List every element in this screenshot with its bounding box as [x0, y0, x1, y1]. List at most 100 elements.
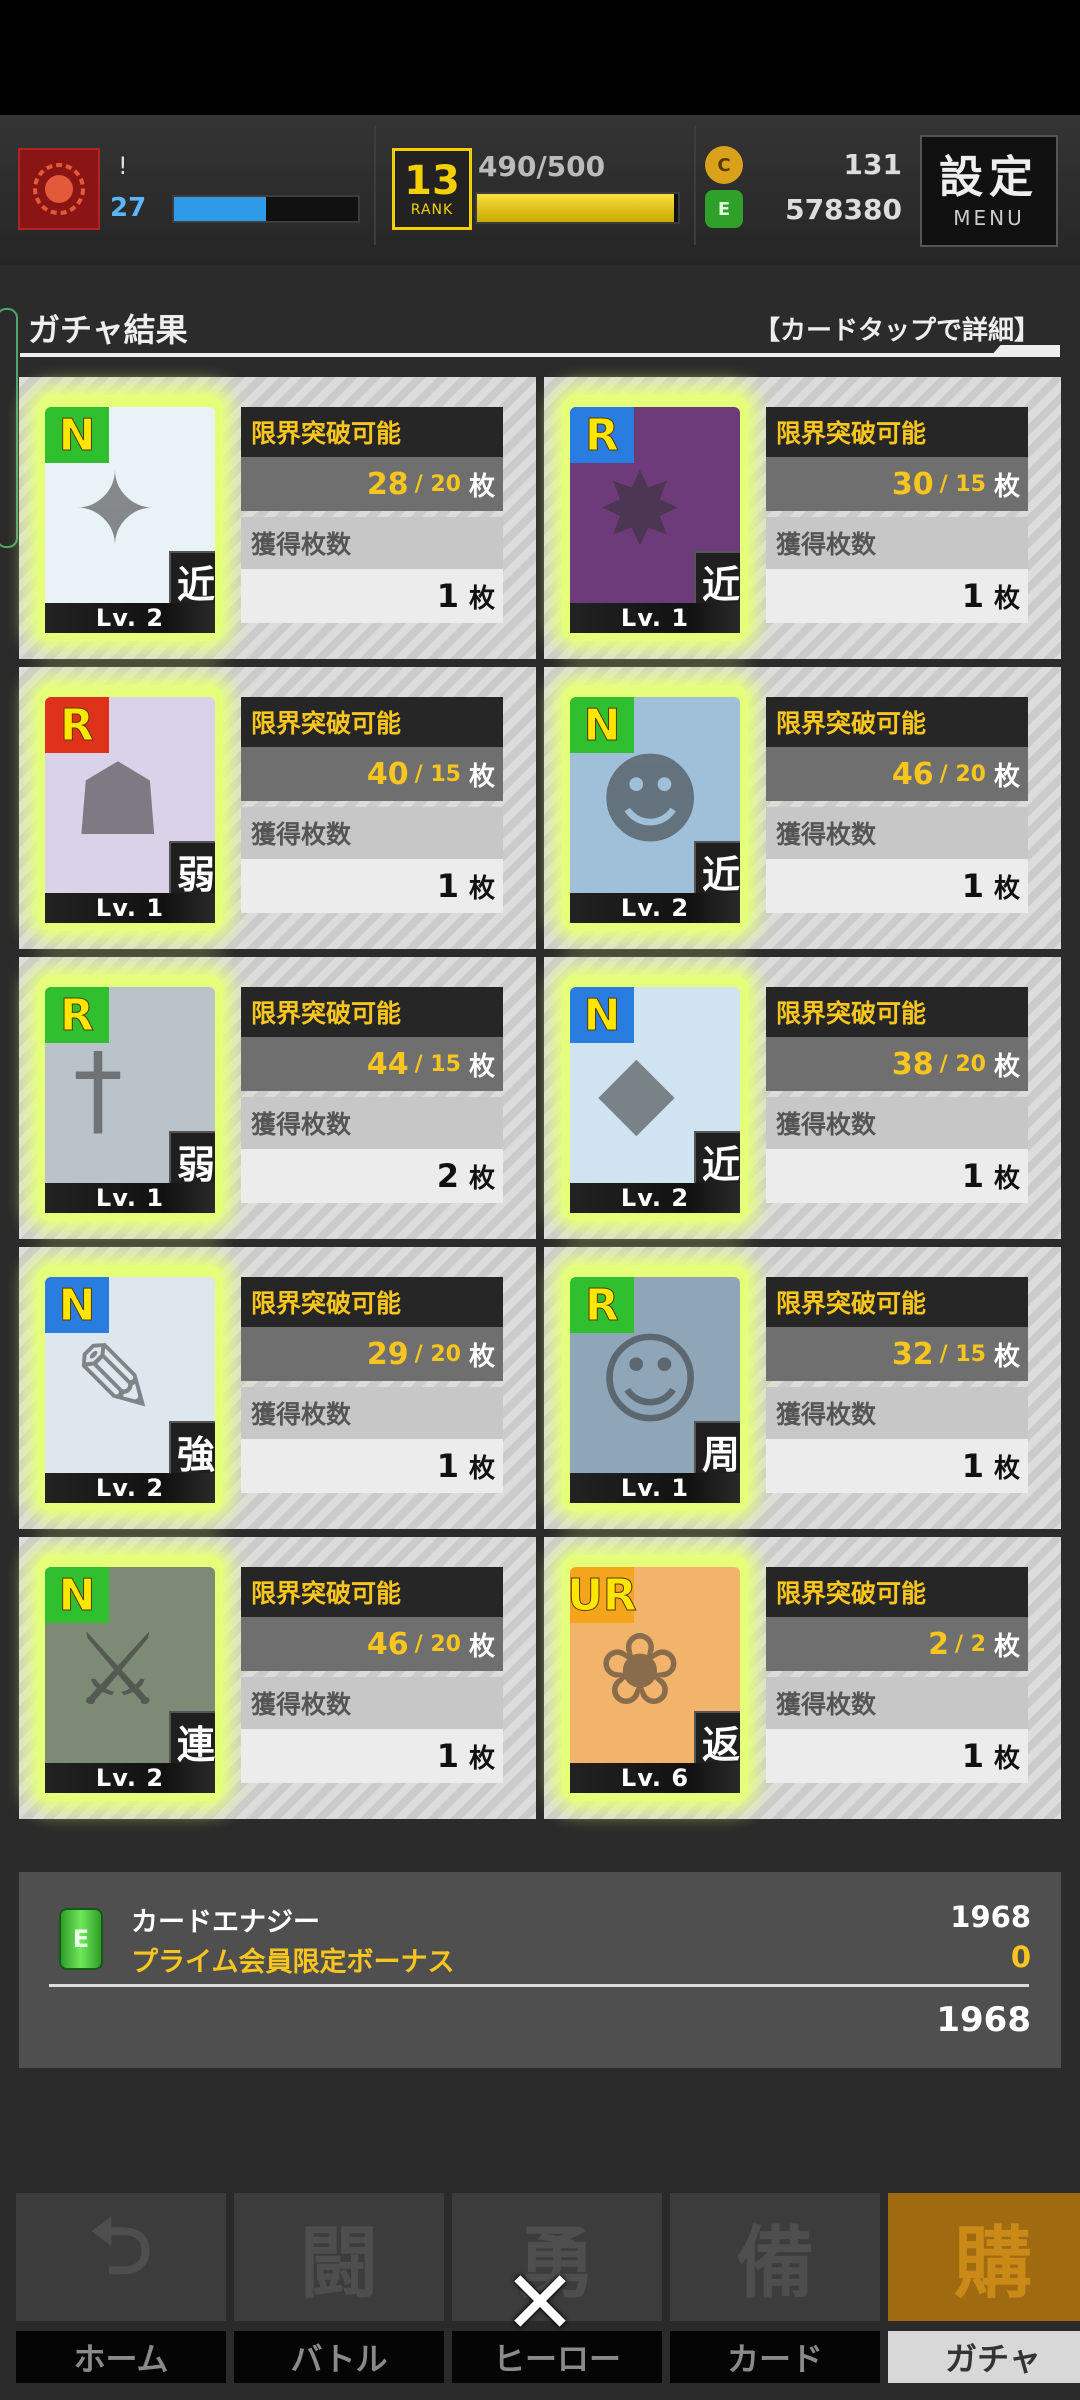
owned-count-max: / 15 [939, 471, 986, 497]
limit-break-label: 限界突破可能 [241, 1567, 503, 1617]
card-thumbnail[interactable]: ✸ R 近 Lv. 1 [562, 395, 748, 641]
card-result-item[interactable]: ⚔ N 連 Lv. 2 限界突破可能 46 / 20 枚 獲得枚数 1 枚 [19, 1537, 536, 1819]
owned-count: 29 / 20 枚 [241, 1327, 503, 1381]
obtained-count-value: 1 [436, 1447, 459, 1485]
owned-count-value: 40 [366, 756, 409, 792]
card-thumbnail[interactable]: ✎ N 強 Lv. 2 [37, 1265, 223, 1511]
obtained-label: 獲得枚数 [766, 1387, 1028, 1439]
owned-count-max: / 20 [414, 1341, 461, 1367]
card-level: Lv. 2 [45, 1763, 215, 1793]
creature-icon: ✸ [598, 451, 682, 568]
coin-value: 131 [843, 148, 902, 181]
obtained-count-value: 1 [961, 1447, 984, 1485]
obtained-count: 1 枚 [766, 1439, 1028, 1493]
card-thumbnail[interactable]: ☺ R 周 Lv. 1 [562, 1265, 748, 1511]
card-result-item[interactable]: ❀ UR 返 Lv. 6 限界突破可能 2 / 2 枚 獲得枚数 1 枚 [544, 1537, 1061, 1819]
card-thumbnail[interactable]: ⚔ N 連 Lv. 2 [37, 1555, 223, 1801]
card-result-item[interactable]: ☺ R 周 Lv. 1 限界突破可能 32 / 15 枚 獲得枚数 1 枚 [544, 1247, 1061, 1529]
obtained-label: 獲得枚数 [241, 517, 503, 569]
card-result-item[interactable]: ✎ N 強 Lv. 2 限界突破可能 29 / 20 枚 獲得枚数 1 枚 [19, 1247, 536, 1529]
player-avatar[interactable] [18, 148, 100, 230]
rarity-badge: R [570, 407, 634, 463]
nav-label: ホーム [16, 2331, 226, 2383]
close-icon[interactable]: ✕ [498, 2251, 582, 2354]
limit-value: 20 [955, 1051, 986, 1077]
card-type-badge: 近 [169, 551, 215, 611]
nav-gacha[interactable]: 購 ガチャ [888, 2193, 1080, 2383]
obtained-label: 獲得枚数 [241, 1677, 503, 1729]
card-type-badge: 近 [694, 1131, 740, 1191]
coin-icon: C [705, 146, 743, 184]
obtained-count: 1 枚 [241, 859, 503, 913]
nav-gamepad[interactable]: 闘 バトル [234, 2193, 444, 2383]
limit-break-label: 限界突破可能 [766, 1277, 1028, 1327]
obtained-label: 獲得枚数 [766, 807, 1028, 859]
card-thumbnail[interactable]: ☻ N 近 Lv. 2 [562, 685, 748, 931]
card-thumbnail[interactable]: ◆ N 近 Lv. 2 [562, 975, 748, 1221]
obtained-label: 獲得枚数 [241, 1097, 503, 1149]
card-level: Lv. 2 [570, 893, 740, 923]
card-result-item[interactable]: ☻ N 近 Lv. 2 限界突破可能 46 / 20 枚 獲得枚数 1 枚 [544, 667, 1061, 949]
card-type-badge: 近 [694, 841, 740, 901]
count-unit: 枚 [468, 1453, 495, 1484]
count-unit: 枚 [993, 1341, 1020, 1372]
owned-count-max: / 15 [939, 1341, 986, 1367]
card-type-badge: 弱 [169, 1131, 215, 1191]
limit-value: 20 [430, 1341, 461, 1367]
settings-menu-button[interactable]: 設定 MENU [920, 135, 1058, 247]
owned-count: 32 / 15 枚 [766, 1327, 1028, 1381]
card-art: ❀ UR 返 [570, 1567, 740, 1775]
owned-count: 46 / 20 枚 [766, 747, 1028, 801]
nav-home[interactable]: ⮌ ホーム [16, 2193, 226, 2383]
obtained-count-value: 1 [961, 577, 984, 615]
card-result-item[interactable]: † R 弱 Lv. 1 限界突破可能 44 / 15 枚 獲得枚数 2 枚 [19, 957, 536, 1239]
card-thumbnail[interactable]: ✦ N 近 Lv. 2 [37, 395, 223, 641]
side-tab[interactable] [0, 308, 18, 548]
rarity-badge: N [45, 1277, 109, 1333]
card-result-item[interactable]: ☗ R 弱 Lv. 1 限界突破可能 40 / 15 枚 獲得枚数 1 枚 [19, 667, 536, 949]
energy-value: 578380 [785, 193, 902, 226]
obtained-count-value: 1 [436, 867, 459, 905]
card-thumbnail[interactable]: ☗ R 弱 Lv. 1 [37, 685, 223, 931]
card-art: ✸ R 近 [570, 407, 740, 615]
card-thumbnail[interactable]: † R 弱 Lv. 1 [37, 975, 223, 1221]
owned-count: 46 / 20 枚 [241, 1617, 503, 1671]
limit-break-label: 限界突破可能 [766, 407, 1028, 457]
obtained-count: 1 枚 [241, 569, 503, 623]
nav-cards[interactable]: 備 カード [670, 2193, 880, 2383]
card-result-item[interactable]: ✸ R 近 Lv. 1 限界突破可能 30 / 15 枚 獲得枚数 1 枚 [544, 377, 1061, 659]
obtained-count-value: 1 [961, 1157, 984, 1195]
card-thumbnail[interactable]: ❀ UR 返 Lv. 6 [562, 1555, 748, 1801]
energy-total: 1968 [936, 2000, 1031, 2040]
energy-divider [49, 1984, 1029, 1987]
count-unit: 枚 [468, 1341, 495, 1372]
rarity-badge: R [45, 697, 109, 753]
emblem-icon [33, 163, 85, 215]
limit-value: 20 [430, 471, 461, 497]
card-result-item[interactable]: ✦ N 近 Lv. 2 限界突破可能 28 / 20 枚 獲得枚数 1 枚 [19, 377, 536, 659]
obtained-count: 1 枚 [766, 859, 1028, 913]
player-level: 27 [110, 193, 147, 223]
owned-count-value: 32 [891, 1336, 934, 1372]
count-unit: 枚 [993, 873, 1020, 904]
card-art: ◆ N 近 [570, 987, 740, 1195]
count-unit: 枚 [993, 761, 1020, 792]
cards-icon: 備 [670, 2193, 880, 2321]
limit-value: 2 [970, 1631, 986, 1657]
count-unit: 枚 [468, 761, 495, 792]
menu-label: MENU [953, 206, 1025, 230]
nav-label: カード [670, 2331, 880, 2383]
limit-value: 15 [955, 1341, 986, 1367]
officer-icon: ☻ [598, 741, 703, 858]
limit-break-label: 限界突破可能 [241, 407, 503, 457]
owned-count-value: 44 [366, 1046, 409, 1082]
limit-value: 20 [430, 1631, 461, 1657]
card-level: Lv. 1 [45, 1183, 215, 1213]
card-result-item[interactable]: ◆ N 近 Lv. 2 限界突破可能 38 / 20 枚 獲得枚数 1 枚 [544, 957, 1061, 1239]
owned-count-max: / 20 [939, 1051, 986, 1077]
card-art: ⚔ N 連 [45, 1567, 215, 1775]
obtained-count-value: 1 [961, 867, 984, 905]
heroines-icon: ❀ [598, 1611, 682, 1728]
count-unit: 枚 [468, 873, 495, 904]
count-unit: 枚 [993, 1743, 1020, 1774]
